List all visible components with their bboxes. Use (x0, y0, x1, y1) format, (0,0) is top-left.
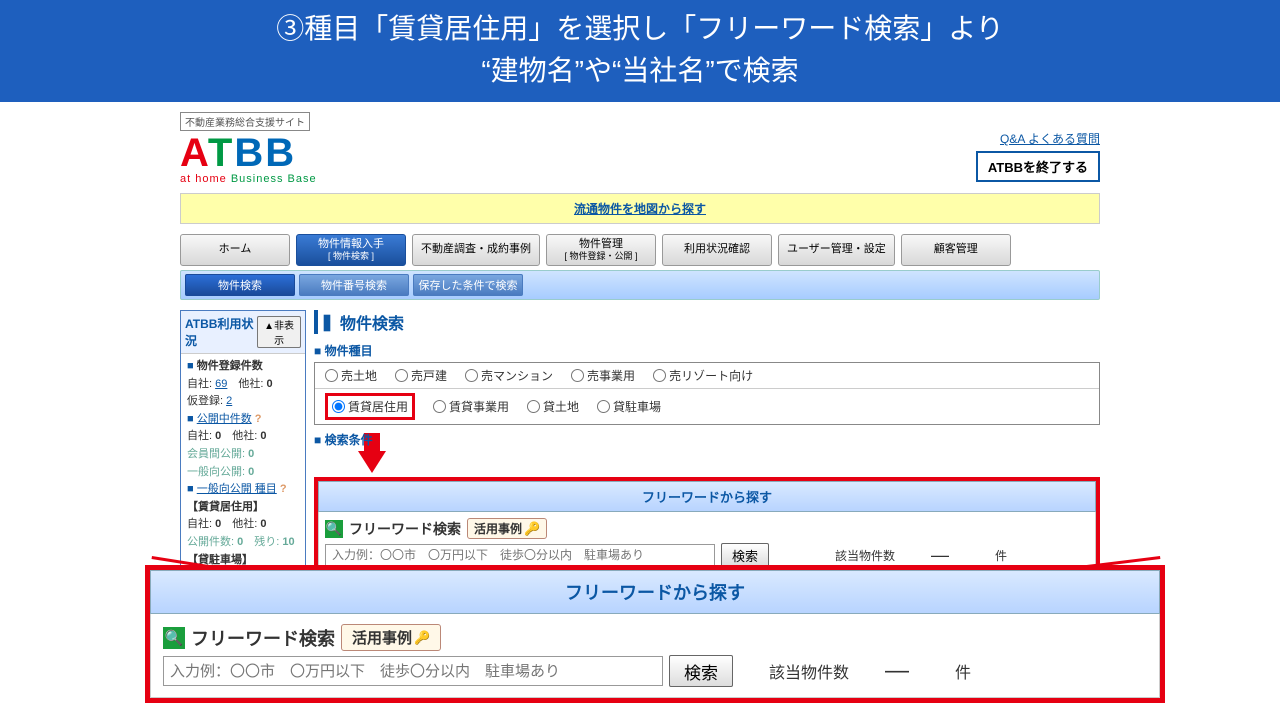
instruction-banner: ③種目「賃貸居住用」を選択し「フリーワード検索」より “建物名”や“当社名”で検… (0, 0, 1280, 102)
search-icon: 🔍 (325, 520, 343, 538)
banner-line1: ③種目「賃貸居住用」を選択し「フリーワード検索」より (0, 8, 1280, 50)
freeword-input-zoom[interactable] (163, 656, 663, 686)
subnav-search[interactable]: 物件検索 (185, 274, 295, 296)
freeword-head: フリーワードから探す (318, 481, 1096, 512)
freeword-head-zoom: フリーワードから探す (150, 570, 1160, 614)
search-button[interactable]: 検索 (721, 543, 769, 567)
case-study-button[interactable]: 活用事例🔑 (467, 518, 547, 539)
site-tag: 不動産業務総合支援サイト (180, 112, 310, 131)
subnav-number-search[interactable]: 物件番号検索 (299, 274, 409, 296)
result-count-value: ― (931, 545, 949, 566)
freeword-title: フリーワード検索 (349, 519, 461, 539)
nav-property-mgmt[interactable]: 物件管理[ 物件登録・公開 ] (546, 234, 656, 266)
result-count-unit: 件 (995, 547, 1007, 564)
reg-self-link[interactable]: 69 (215, 378, 227, 390)
sub-nav: 物件検索 物件番号検索 保存した条件で検索 (180, 270, 1100, 300)
type-rent-land[interactable]: 貸土地 (527, 398, 579, 415)
banner-line2: “建物名”や“当社名”で検索 (0, 50, 1280, 92)
result-count-unit-zoom: 件 (955, 659, 971, 683)
arrow-down-icon (358, 451, 386, 473)
qa-link[interactable]: Q&A よくある質問 (1000, 132, 1100, 146)
result-count-value-zoom: ― (885, 657, 909, 685)
key-icon: 🔑 (414, 630, 430, 646)
freeword-title-zoom: フリーワード検索 (191, 625, 335, 651)
main-nav: ホーム 物件情報入手[ 物件検索 ] 不動産調査・成約事例 物件管理[ 物件登録… (180, 234, 1100, 266)
logo: ATBB (180, 133, 1100, 173)
freeword-box-zoom: フリーワードから探す 🔍 フリーワード検索 活用事例🔑 検索 該当物件数 ― 件 (145, 565, 1165, 703)
page-title: ▍物件検索 (314, 310, 1100, 334)
type-sale-mansion[interactable]: 売マンション (465, 367, 553, 384)
cond-section-label: 検索条件 (314, 431, 1100, 448)
nav-home[interactable]: ホーム (180, 234, 290, 266)
usage-sidebar: ATBB利用状況 ▲非表示 ■ 物件登録件数 自社: 69 他社: 0 仮登録:… (180, 310, 306, 592)
nav-survey[interactable]: 不動産調査・成約事例 (412, 234, 540, 266)
subnav-saved-search[interactable]: 保存した条件で検索 (413, 274, 523, 296)
type-rent-parking[interactable]: 貸駐車場 (597, 398, 661, 415)
type-section-label: 物件種目 (314, 342, 1100, 359)
result-count-label-zoom: 該当物件数 (769, 659, 849, 683)
type-sale-business[interactable]: 売事業用 (571, 367, 635, 384)
nav-usage[interactable]: 利用状況確認 (662, 234, 772, 266)
property-type-box: 売土地 売戸建 売マンション 売事業用 売リゾート向け 賃貸居住用 賃貸事業用 … (314, 362, 1100, 425)
type-sale-house[interactable]: 売戸建 (395, 367, 447, 384)
reg-tmp-link[interactable]: 2 (226, 395, 232, 407)
nav-customer-mgmt[interactable]: 顧客管理 (901, 234, 1011, 266)
map-search-link[interactable]: 流通物件を地図から探す (574, 202, 706, 216)
exit-button[interactable]: ATBBを終了する (976, 151, 1100, 182)
nav-property-info[interactable]: 物件情報入手[ 物件検索 ] (296, 234, 406, 266)
type-sale-land[interactable]: 売土地 (325, 367, 377, 384)
side-hide-button[interactable]: ▲非表示 (257, 316, 301, 348)
logo-subtitle: at home Business Base (180, 173, 1100, 185)
open-type-link[interactable]: 一般向公開 種目 (197, 483, 277, 495)
nav-user-mgmt[interactable]: ユーザー管理・設定 (778, 234, 895, 266)
type-rent-residence[interactable]: 賃貸居住用 (332, 398, 408, 415)
result-count-label: 該当物件数 (835, 547, 895, 564)
type-rent-business[interactable]: 賃貸事業用 (433, 398, 509, 415)
map-search-bar: 流通物件を地図から探す (180, 193, 1100, 224)
case-study-button-zoom[interactable]: 活用事例🔑 (341, 624, 441, 651)
search-icon: 🔍 (163, 627, 185, 649)
freeword-box-small: フリーワードから探す 🔍 フリーワード検索 活用事例🔑 検索 該当物件数 (314, 477, 1100, 578)
type-sale-resort[interactable]: 売リゾート向け (653, 367, 753, 384)
freeword-input[interactable] (325, 544, 715, 566)
key-icon: 🔑 (524, 521, 540, 537)
side-head-label: ATBB利用状況 (185, 315, 257, 349)
search-button-zoom[interactable]: 検索 (669, 655, 733, 687)
open-head-link[interactable]: 公開中件数 (197, 413, 252, 425)
